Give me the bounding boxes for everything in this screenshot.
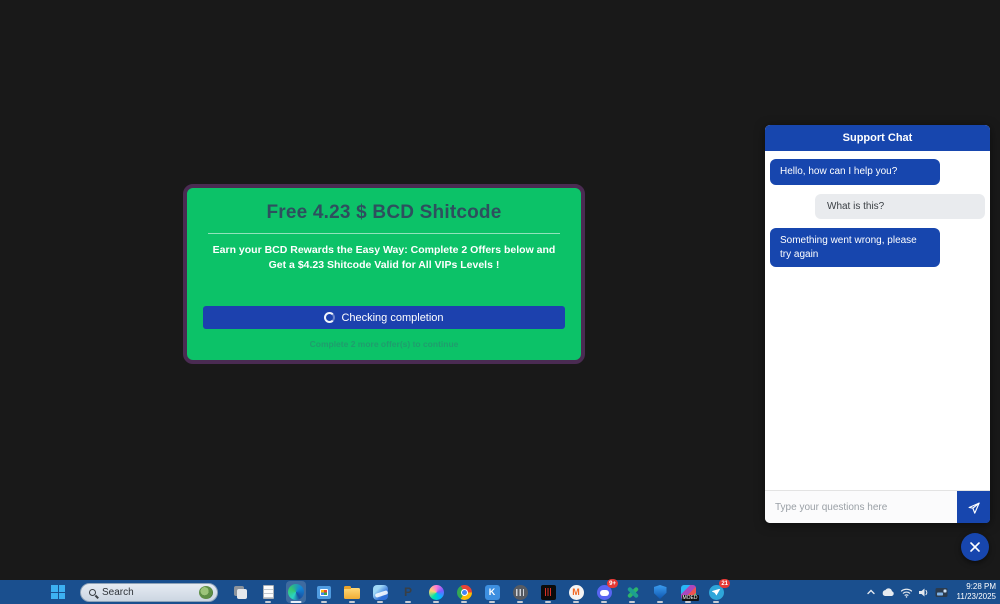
support-chat-title: Support Chat — [843, 132, 913, 144]
edge-icon — [288, 584, 304, 600]
plant-icon — [199, 586, 213, 599]
offer-subtitle: Earn your BCD Rewards the Easy Way: Comp… — [206, 243, 562, 273]
checking-completion-button[interactable]: Checking completion — [203, 306, 565, 329]
divider — [208, 233, 560, 234]
taskbar-app-audio-id[interactable] — [538, 581, 558, 603]
chat-message-bot: Something went wrong, please try again — [770, 228, 940, 267]
taskbar-app-telegram[interactable]: 21 — [706, 581, 726, 603]
support-chat-header: Support Chat — [765, 125, 990, 151]
taskbar-app-edge[interactable] — [286, 581, 306, 603]
spinner-icon — [324, 312, 335, 323]
clock-date: 11/23/2025 — [957, 592, 996, 602]
running-indicator — [517, 601, 523, 603]
running-indicator — [573, 601, 579, 603]
taskbar-app-copilot[interactable] — [426, 581, 446, 603]
running-indicator — [405, 601, 411, 603]
offer-footer-note: Complete 2 more offer(s) to continue — [187, 339, 581, 349]
running-indicator — [657, 601, 663, 603]
close-icon — [969, 541, 981, 553]
running-indicator — [377, 601, 383, 603]
system-tray: 9:28 PM 11/23/2025 — [866, 580, 996, 604]
running-indicator — [433, 601, 439, 603]
telegram-badge: 21 — [719, 579, 730, 588]
running-indicator — [489, 601, 495, 603]
task-view-icon — [237, 589, 247, 599]
running-indicator — [601, 601, 607, 603]
checking-completion-label: Checking completion — [341, 312, 443, 324]
copilot-icon — [429, 585, 444, 600]
modded-app-icon: MOED — [681, 585, 696, 600]
taskbar-app-chrome[interactable] — [454, 581, 474, 603]
taskbar-app-task-view[interactable] — [230, 581, 250, 603]
onedrive-cloud-icon[interactable] — [881, 582, 895, 602]
running-indicator — [545, 601, 551, 603]
running-indicator — [629, 601, 635, 603]
audio-id-app-icon — [541, 585, 556, 600]
running-indicator — [349, 601, 355, 603]
chat-message-bot: Hello, how can I help you? — [770, 159, 940, 185]
clock-time: 9:28 PM — [957, 582, 996, 592]
search-icon — [89, 589, 96, 596]
chat-message-list: Hello, how can I help you? What is this?… — [765, 151, 990, 490]
windows-start-icon — [51, 585, 65, 599]
offer-modal: Free 4.23 $ BCD Shitcode Earn your BCD R… — [183, 184, 585, 364]
library-app-icon — [513, 585, 528, 600]
pc-manager-icon — [373, 585, 388, 600]
language-app-icon[interactable] — [935, 582, 948, 602]
modded-app-label: MOED — [682, 595, 699, 601]
taskbar: Search P K — [0, 580, 1000, 604]
taskbar-app-file-explorer[interactable] — [342, 581, 362, 603]
taskbar-search[interactable]: Search — [80, 583, 218, 602]
taskbar-app-modded[interactable]: MOED — [678, 581, 698, 603]
volume-icon[interactable] — [918, 582, 930, 602]
taskbar-app-microsoft-store[interactable] — [314, 581, 334, 603]
notepad-icon — [263, 585, 274, 599]
search-label: Search — [102, 587, 199, 598]
running-indicator — [265, 601, 271, 603]
taskbar-app-discord[interactable]: 9+ — [594, 581, 614, 603]
running-indicator — [321, 601, 327, 603]
paper-plane-icon — [966, 500, 981, 515]
taskbar-app-defender[interactable] — [650, 581, 670, 603]
chat-message-user: What is this? — [815, 194, 985, 220]
taskbar-app-k[interactable]: K — [482, 581, 502, 603]
taskbar-app-notepad[interactable] — [258, 581, 278, 603]
k-app-icon: K — [485, 585, 500, 600]
support-chat-panel: Support Chat Hello, how can I help you? … — [765, 125, 990, 523]
taskbar-app-pc-manager[interactable] — [370, 581, 390, 603]
defender-shield-icon — [654, 585, 667, 599]
running-indicator — [685, 601, 691, 603]
wifi-icon[interactable] — [900, 582, 913, 602]
chat-question-input[interactable] — [765, 491, 957, 523]
taskbar-app-p[interactable]: P — [398, 581, 418, 603]
running-indicator — [291, 601, 302, 603]
tray-chevron-up-icon[interactable] — [866, 582, 876, 602]
taskbar-app-library[interactable] — [510, 581, 530, 603]
file-explorer-icon — [344, 588, 360, 599]
running-indicator — [461, 601, 467, 603]
taskbar-app-green-x[interactable] — [622, 581, 642, 603]
send-message-button[interactable] — [957, 491, 990, 523]
chrome-icon — [457, 585, 472, 600]
start-button[interactable] — [48, 581, 68, 603]
monero-icon: M — [569, 585, 584, 600]
p-app-icon: P — [404, 585, 412, 599]
chat-input-row — [765, 490, 990, 523]
discord-badge: 9+ — [607, 579, 618, 588]
green-x-app-icon — [625, 585, 640, 600]
running-indicator — [713, 601, 719, 603]
chat-close-button[interactable] — [961, 533, 989, 561]
taskbar-clock[interactable]: 9:28 PM 11/23/2025 — [957, 582, 996, 602]
taskbar-app-monero[interactable]: M — [566, 581, 586, 603]
offer-title: Free 4.23 $ BCD Shitcode — [187, 202, 581, 224]
microsoft-store-icon — [317, 586, 331, 599]
